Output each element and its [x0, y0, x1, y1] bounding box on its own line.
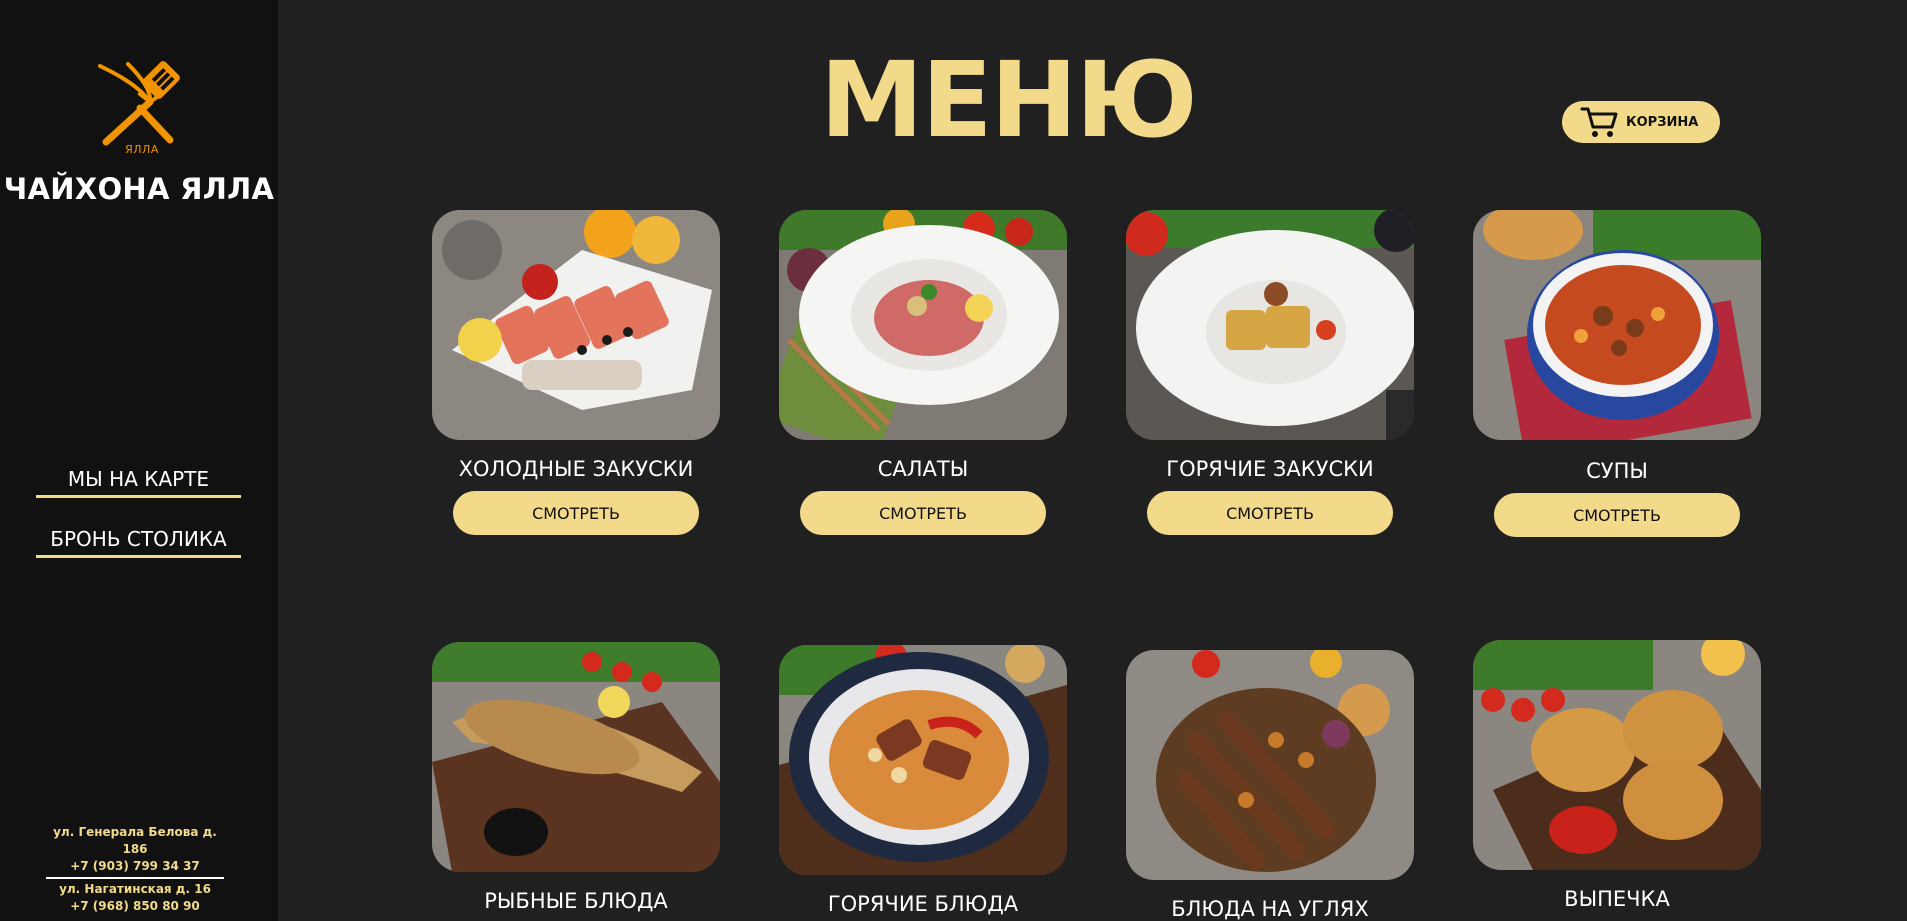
view-salads-button[interactable]: СМОТРЕТЬ	[800, 491, 1046, 535]
category-title: ХОЛОДНЫЕ ЗАКУСКИ	[458, 457, 694, 481]
logo-label: ЯЛЛА	[125, 143, 159, 156]
address-1: ул. Генерала Белова д. 186	[53, 825, 217, 856]
sidebar: ЯЛЛА ЧАЙХОНА ЯЛЛА МЫ НА КАРТЕ БРОНЬ СТОЛ…	[0, 0, 278, 921]
view-cold-appetizers-button[interactable]: СМОТРЕТЬ	[453, 491, 699, 535]
soups-image[interactable]	[1473, 210, 1761, 440]
page-title: МЕНЮ	[820, 39, 1198, 161]
hot-appetizers-image[interactable]	[1126, 210, 1414, 440]
phone-2[interactable]: +7 (968) 850 80 90	[40, 898, 230, 915]
brand-name: ЧАЙХОНА ЯЛЛА	[3, 172, 275, 206]
salads-image[interactable]	[779, 210, 1067, 440]
logo[interactable]: ЯЛЛА	[92, 58, 192, 162]
phone-1[interactable]: +7 (903) 799 34 37	[40, 858, 230, 875]
fish-dishes-image[interactable]	[432, 642, 720, 872]
category-card-salads: САЛАТЫ СМОТРЕТЬ	[779, 210, 1067, 535]
category-card-cold-appetizers: ХОЛОДНЫЕ ЗАКУСКИ СМОТРЕТЬ	[432, 210, 720, 535]
category-title: САЛАТЫ	[877, 457, 969, 481]
category-title: ВЫПЕЧКА	[1564, 887, 1670, 911]
menu-page: ЯЛЛА ЧАЙХОНА ЯЛЛА МЫ НА КАРТЕ БРОНЬ СТОЛ…	[0, 0, 1907, 921]
view-soups-button[interactable]: СМОТРЕТЬ	[1494, 493, 1740, 537]
map-link[interactable]: МЫ НА КАРТЕ	[36, 467, 241, 498]
category-card-hot-appetizers: ГОРЯЧИЕ ЗАКУСКИ СМОТРЕТЬ	[1126, 210, 1414, 535]
category-title: ГОРЯЧИЕ ЗАКУСКИ	[1166, 457, 1374, 481]
category-title: СУПЫ	[1586, 459, 1648, 483]
view-hot-appetizers-button[interactable]: СМОТРЕТЬ	[1147, 491, 1393, 535]
category-title: ГОРЯЧИЕ БЛЮДА	[827, 892, 1019, 916]
category-title: БЛЮДА НА УГЛЯХ	[1171, 897, 1369, 921]
fork-spatula-icon	[98, 61, 180, 146]
category-card-pastry: ВЫПЕЧКА	[1473, 640, 1761, 911]
category-card-fish-dishes: РЫБНЫЕ БЛЮДА	[432, 642, 720, 913]
cart-button[interactable]: КОРЗИНА	[1562, 101, 1720, 143]
grill-dishes-image[interactable]	[1126, 650, 1414, 880]
contacts-divider	[46, 877, 224, 879]
table-booking-link[interactable]: БРОНЬ СТОЛИКА	[36, 527, 241, 558]
category-card-soups: СУПЫ СМОТРЕТЬ	[1473, 210, 1761, 537]
category-card-grill-dishes: БЛЮДА НА УГЛЯХ	[1126, 650, 1414, 921]
hot-dishes-image[interactable]	[779, 645, 1067, 875]
cold-appetizers-image[interactable]	[432, 210, 720, 440]
pastry-image[interactable]	[1473, 640, 1761, 870]
contacts: ул. Генерала Белова д. 186 +7 (903) 799 …	[40, 824, 230, 915]
category-title: РЫБНЫЕ БЛЮДА	[484, 889, 668, 913]
category-card-hot-dishes: ГОРЯЧИЕ БЛЮДА	[779, 645, 1067, 916]
cart-label: КОРЗИНА	[1626, 114, 1699, 130]
address-2: ул. Нагатинская д. 16	[59, 882, 211, 896]
cart-icon	[1580, 107, 1618, 137]
